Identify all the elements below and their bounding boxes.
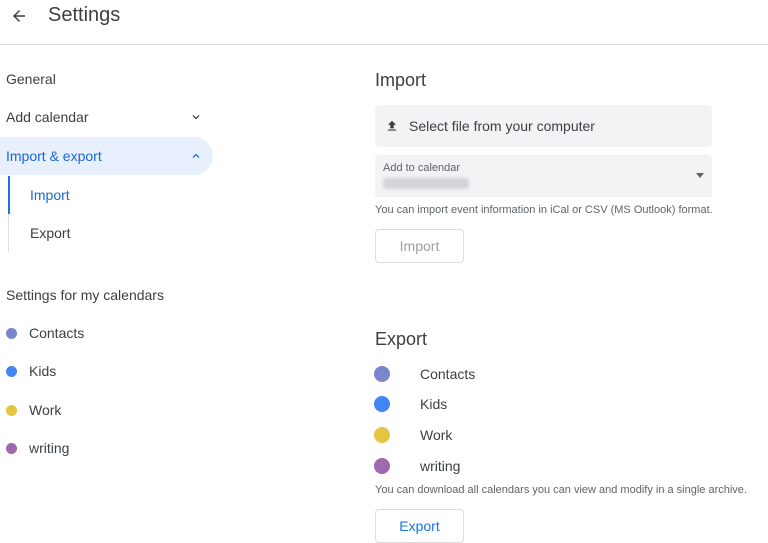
calendar-color-dot bbox=[374, 396, 390, 412]
calendar-name: writing bbox=[29, 440, 70, 456]
sidebar-calendar-writing[interactable]: writing bbox=[0, 429, 213, 467]
add-to-calendar-value-redacted bbox=[383, 178, 469, 189]
page-title: Settings bbox=[48, 4, 121, 26]
sidebar-item-general[interactable]: General bbox=[0, 60, 213, 98]
calendar-name: Work bbox=[420, 427, 453, 443]
upload-icon bbox=[387, 120, 397, 131]
settings-for-my-calendars-heading: Settings for my calendars bbox=[6, 287, 164, 303]
calendar-color-dot bbox=[374, 458, 390, 474]
sidebar-item-label: Add calendar bbox=[6, 109, 89, 125]
calendar-name: Kids bbox=[29, 363, 57, 379]
calendar-name: Contacts bbox=[420, 366, 476, 382]
sidebar-item-label: Import & export bbox=[6, 148, 102, 164]
export-calendar-kids[interactable]: Kids bbox=[374, 393, 447, 415]
export-section-title: Export bbox=[375, 329, 428, 349]
calendar-color-dot bbox=[6, 442, 17, 454]
calendar-name: Kids bbox=[420, 396, 448, 412]
calendar-name: Contacts bbox=[29, 325, 85, 341]
sidebar-subitem-import[interactable]: Import bbox=[8, 176, 213, 214]
back-button[interactable] bbox=[6, 3, 32, 29]
export-helper-text: You can download all calendars you can v… bbox=[375, 484, 747, 496]
calendar-color-dot bbox=[374, 366, 390, 382]
add-to-calendar-select[interactable]: Add to calendar bbox=[375, 155, 712, 197]
calendar-name: writing bbox=[420, 458, 461, 474]
chevron-up-icon bbox=[192, 153, 200, 158]
select-file-button[interactable]: Select file from your computer bbox=[375, 105, 712, 147]
app-header: Settings bbox=[0, 0, 768, 45]
chevron-down-icon bbox=[192, 115, 200, 120]
sidebar-calendar-work[interactable]: Work bbox=[0, 391, 213, 429]
calendar-name: Work bbox=[29, 402, 62, 418]
export-button[interactable]: Export bbox=[375, 509, 464, 543]
calendar-color-dot bbox=[6, 404, 17, 416]
sidebar-item-add-calendar[interactable]: Add calendar bbox=[0, 98, 213, 136]
calendar-color-dot bbox=[6, 327, 17, 339]
select-file-label: Select file from your computer bbox=[409, 118, 595, 134]
sidebar-calendar-contacts[interactable]: Contacts bbox=[0, 314, 213, 352]
sidebar: General Add calendar Import & export Imp… bbox=[0, 46, 220, 539]
import-button[interactable]: Import bbox=[375, 229, 464, 263]
calendar-color-dot bbox=[6, 365, 17, 377]
arrow-left-icon bbox=[13, 10, 25, 22]
dropdown-arrow-icon bbox=[696, 173, 704, 178]
add-to-calendar-label: Add to calendar bbox=[383, 162, 461, 174]
sidebar-calendar-kids[interactable]: Kids bbox=[0, 352, 213, 390]
sidebar-item-import-export[interactable]: Import & export bbox=[0, 137, 213, 175]
calendar-color-dot bbox=[374, 427, 390, 443]
export-calendar-writing[interactable]: writing bbox=[374, 455, 460, 477]
import-section-title: Import bbox=[375, 70, 427, 90]
export-calendar-contacts[interactable]: Contacts bbox=[374, 363, 475, 385]
import-helper-text: You can import event information in iCal… bbox=[375, 204, 713, 216]
sidebar-subitem-export[interactable]: Export bbox=[8, 214, 213, 252]
export-calendar-work[interactable]: Work bbox=[374, 424, 452, 446]
